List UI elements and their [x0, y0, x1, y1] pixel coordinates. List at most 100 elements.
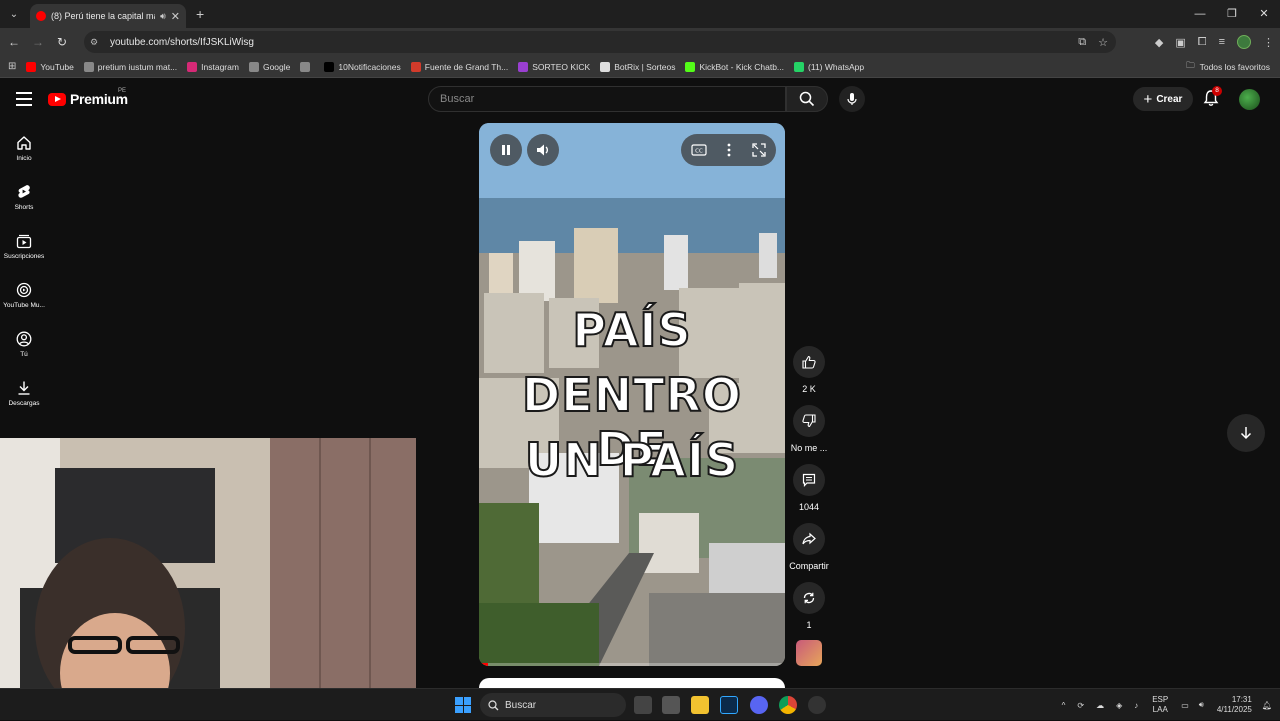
- sidebar-item-descargas[interactable]: Descargas: [0, 369, 48, 418]
- bookmark-item[interactable]: SORTEO KICK: [518, 61, 590, 72]
- notifications-tray-icon[interactable]: 🔔︎: [1262, 701, 1272, 710]
- microphone-icon[interactable]: ♪: [1134, 701, 1138, 710]
- extension-icon-2[interactable]: ▣: [1175, 36, 1185, 49]
- bookmark-favicon-icon: [794, 61, 805, 72]
- chrome-icon[interactable]: [779, 696, 797, 714]
- bookmark-item[interactable]: Google: [248, 61, 290, 72]
- sidebar-item-shorts[interactable]: Shorts: [0, 173, 48, 222]
- all-bookmarks-folder[interactable]: 🗀︎ Todos los favoritos: [1186, 60, 1270, 74]
- taskbar-search[interactable]: Buscar: [480, 693, 626, 717]
- create-button[interactable]: + Crear: [1133, 87, 1193, 111]
- pause-button[interactable]: [490, 134, 522, 166]
- comments-action[interactable]: 1044: [788, 464, 830, 523]
- comments-button[interactable]: [793, 464, 825, 496]
- bookmark-item[interactable]: BotRix | Sorteos: [600, 61, 676, 72]
- sidebar-item-suscripciones[interactable]: Suscripciones: [0, 222, 48, 271]
- sync-icon[interactable]: ⟳: [1077, 701, 1084, 710]
- reload-icon[interactable]: ↻: [50, 35, 74, 49]
- youtube-music-icon: [16, 282, 32, 298]
- photoshop-icon[interactable]: [720, 696, 738, 714]
- bookmark-item[interactable]: [300, 61, 314, 72]
- sidebar-item-tu[interactable]: Tú: [0, 320, 48, 369]
- search-input[interactable]: Buscar: [428, 86, 786, 112]
- tab-search-icon[interactable]: ⌄: [4, 4, 24, 24]
- bookmark-favicon-icon: [685, 61, 696, 72]
- youtube-premium-logo[interactable]: Premium PE: [48, 88, 128, 107]
- progress-bar[interactable]: [479, 663, 785, 666]
- bookmarks-bar: ⊞ YouTube pretium iustum mat... Instagram G…: [0, 56, 1280, 78]
- like-action[interactable]: 2 K: [788, 346, 830, 405]
- short-video-player[interactable]: PAÍS DENTRO DE UN PAÍS CC: [479, 123, 785, 666]
- close-window-icon[interactable]: ✕: [1248, 0, 1280, 28]
- minimize-icon[interactable]: —: [1184, 0, 1216, 28]
- app-icon-2[interactable]: [808, 696, 826, 714]
- task-view-icon[interactable]: [634, 696, 652, 714]
- bookmark-item[interactable]: Fuente de Grand Th...: [410, 61, 508, 72]
- bookmark-item[interactable]: Instagram: [187, 61, 239, 72]
- file-explorer-icon[interactable]: [691, 696, 709, 714]
- address-bar[interactable]: ⚙︎ youtube.com/shorts/IfJSKLiWisg ⧉ ☆: [84, 31, 1116, 53]
- remix-action[interactable]: 1: [788, 582, 830, 641]
- next-short-button[interactable]: [1227, 414, 1265, 452]
- browser-toolbar: ← → ↻ ⚙︎ youtube.com/shorts/IfJSKLiWisg …: [0, 28, 1280, 56]
- bookmark-item[interactable]: 10Notificaciones: [324, 61, 401, 72]
- discord-icon[interactable]: [750, 696, 768, 714]
- account-avatar[interactable]: [1239, 89, 1260, 110]
- menu-hamburger-icon[interactable]: [16, 92, 32, 106]
- site-info-icon[interactable]: ⚙︎: [90, 37, 104, 48]
- language-indicator[interactable]: ESP LAA: [1152, 695, 1168, 715]
- bookmark-label: BotRix | Sorteos: [614, 61, 676, 72]
- thumbs-up-icon: [802, 355, 816, 369]
- captions-icon[interactable]: CC: [691, 144, 707, 156]
- remix-button[interactable]: [793, 582, 825, 614]
- extensions-puzzle-icon[interactable]: ⧠: [1198, 36, 1207, 49]
- audio-thumbnail[interactable]: [796, 640, 822, 666]
- clock-time: 17:31: [1231, 695, 1252, 704]
- browser-tab-active[interactable]: (8) Perú tiene la capital má 🔊︎ ✕: [30, 4, 186, 28]
- dislike-button[interactable]: [793, 405, 825, 437]
- bookmark-item[interactable]: (11) WhatsApp: [794, 61, 865, 72]
- app-icon[interactable]: [662, 696, 680, 714]
- speaker-icon[interactable]: 🔊︎: [160, 11, 166, 22]
- volume-tray-icon[interactable]: 🔊︎: [1199, 700, 1204, 710]
- network-icon[interactable]: ▭: [1181, 701, 1189, 710]
- voice-search-button[interactable]: [839, 86, 865, 112]
- cloud-icon[interactable]: ☁︎: [1096, 701, 1104, 710]
- install-app-icon[interactable]: ⧉: [1078, 36, 1086, 49]
- share-action[interactable]: Compartir: [788, 523, 830, 582]
- bookmark-item[interactable]: pretium iustum mat...: [83, 61, 177, 72]
- sidebar-item-youtube-music[interactable]: YouTube Mu...: [0, 271, 48, 320]
- share-button[interactable]: [793, 523, 825, 555]
- youtube-play-icon: [48, 92, 66, 106]
- sidebar-item-inicio[interactable]: Inicio: [0, 124, 48, 173]
- webcam-overlay: [0, 438, 416, 720]
- back-icon[interactable]: ←: [2, 35, 26, 49]
- shield-icon[interactable]: ◈: [1116, 701, 1122, 710]
- more-options-icon[interactable]: [727, 143, 731, 157]
- extension-icon[interactable]: ◆: [1155, 36, 1163, 49]
- clock[interactable]: 17:31 4/11/2025: [1217, 695, 1252, 715]
- profile-avatar[interactable]: [1237, 35, 1251, 49]
- restore-icon[interactable]: ❐: [1216, 0, 1248, 28]
- windows-start-icon[interactable]: [455, 697, 471, 713]
- dislike-action[interactable]: No me ...: [788, 405, 830, 464]
- bookmark-item[interactable]: YouTube: [26, 61, 74, 72]
- mini-guide-sidebar: Inicio Shorts Suscripciones YouTube Mu..…: [0, 124, 48, 418]
- menu-kebab-icon[interactable]: ⋮: [1263, 36, 1274, 49]
- bookmark-star-icon[interactable]: ☆: [1098, 36, 1108, 49]
- forward-icon[interactable]: →: [26, 35, 50, 49]
- apps-grid-icon[interactable]: ⊞: [8, 61, 16, 72]
- reading-list-icon[interactable]: ≡: [1219, 36, 1225, 48]
- chevron-up-icon[interactable]: ^: [1062, 701, 1066, 710]
- folder-icon: 🗀︎: [1186, 59, 1195, 70]
- notifications-button[interactable]: 8: [1202, 86, 1222, 109]
- close-tab-icon[interactable]: ✕: [171, 10, 180, 23]
- new-tab-button[interactable]: +: [196, 6, 204, 22]
- sidebar-label: YouTube Mu...: [3, 302, 45, 309]
- volume-button[interactable]: [527, 134, 559, 166]
- bookmark-label: (11) WhatsApp: [808, 61, 865, 72]
- fullscreen-icon[interactable]: [752, 143, 766, 157]
- like-button[interactable]: [793, 346, 825, 378]
- search-button[interactable]: [786, 86, 828, 112]
- bookmark-item[interactable]: KickBot - Kick Chatb...: [685, 61, 784, 72]
